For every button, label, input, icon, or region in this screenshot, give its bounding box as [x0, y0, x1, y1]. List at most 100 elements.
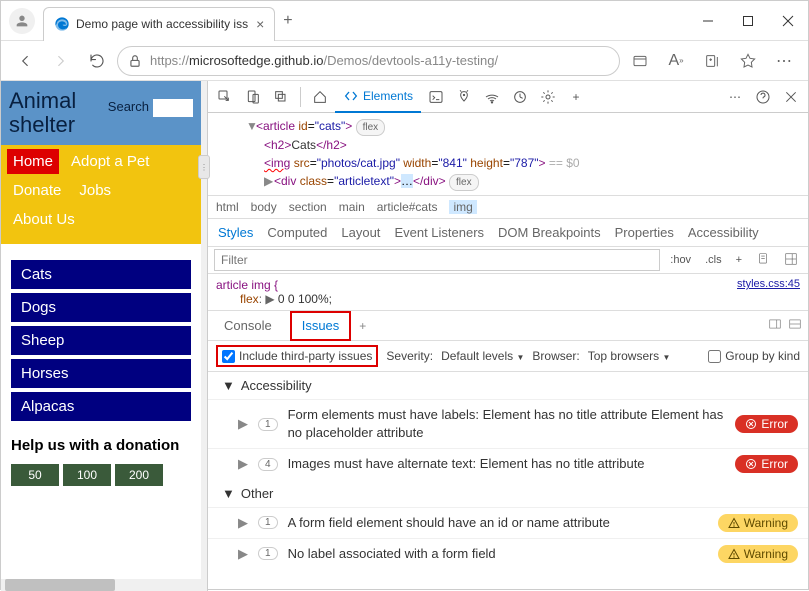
devtools-toolbar: Elements + ⋯ [208, 81, 808, 113]
tab-close-icon[interactable]: × [256, 16, 264, 32]
search-input[interactable] [153, 99, 193, 117]
tab-accessibility[interactable]: Accessibility [688, 225, 759, 240]
third-party-checkbox[interactable]: Include third-party issues [216, 345, 378, 367]
refresh-button[interactable] [81, 45, 113, 77]
tab-breakpoints[interactable]: DOM Breakpoints [498, 225, 601, 240]
dom-tree[interactable]: ▼<article id="cats"> flex <h2>Cats</h2> … [208, 113, 808, 196]
severity-dropdown[interactable]: Default levels ▼ [441, 349, 524, 363]
main-nav: Home Adopt a Pet Donate Jobs About Us [1, 145, 201, 244]
hov-button[interactable]: :hov [666, 252, 695, 268]
issues-list: ▼Accessibility ▶ 1 Form elements must ha… [208, 372, 808, 569]
css-rules[interactable]: styles.css:45 article img { flex: ▶ 0 0 … [208, 274, 808, 311]
tab-computed[interactable]: Computed [267, 225, 327, 240]
collections-icon[interactable] [696, 45, 728, 77]
welcome-icon[interactable] [307, 84, 333, 110]
address-bar: https://microsoftedge.github.io/Demos/de… [1, 41, 808, 81]
drawer-tabs: Console Issues + [208, 311, 808, 341]
donate-100[interactable]: 100 [63, 464, 111, 486]
menu-button[interactable]: ⋯ [768, 45, 800, 77]
issue-row[interactable]: ▶ 1 A form field element should have an … [208, 507, 808, 538]
issue-row[interactable]: ▶ 1 No label associated with a form fiel… [208, 538, 808, 569]
sidebar-alpacas[interactable]: Alpacas [11, 392, 191, 421]
dom-breadcrumb[interactable]: html body section main article#cats img [208, 196, 808, 219]
nav-jobs[interactable]: Jobs [73, 178, 117, 203]
splitter-handle-icon[interactable]: ⋮ [198, 155, 210, 179]
browser-tab[interactable]: Demo page with accessibility iss × [43, 7, 275, 41]
sidebar: Cats Dogs Sheep Horses Alpacas Help us w… [1, 244, 201, 502]
nav-adopt[interactable]: Adopt a Pet [65, 149, 155, 174]
tab-styles[interactable]: Styles [218, 225, 253, 240]
group-by-kind-checkbox[interactable]: Group by kind [708, 349, 800, 363]
close-devtools-icon[interactable] [778, 84, 804, 110]
nav-about[interactable]: About Us [7, 207, 81, 232]
window-titlebar: Demo page with accessibility iss × + [1, 1, 808, 41]
nav-donate[interactable]: Donate [7, 178, 67, 203]
new-rule-icon[interactable]: + [732, 252, 746, 268]
more-icon[interactable]: ⋯ [722, 84, 748, 110]
source-link[interactable]: styles.css:45 [737, 278, 800, 290]
url-box[interactable]: https://microsoftedge.github.io/Demos/de… [117, 46, 620, 76]
elements-tab[interactable]: Elements [335, 81, 421, 113]
drawer-dock-icon[interactable] [768, 317, 782, 334]
toggle-layout-icon[interactable] [780, 250, 802, 271]
cls-button[interactable]: .cls [701, 252, 726, 268]
drawer-layout-icon[interactable] [788, 317, 802, 334]
group-other[interactable]: ▼Other [208, 480, 808, 507]
more-tabs-button[interactable]: + [563, 84, 589, 110]
tab-properties[interactable]: Properties [615, 225, 674, 240]
3d-icon[interactable] [268, 84, 294, 110]
device-icon[interactable] [240, 84, 266, 110]
reader-icon[interactable]: A» [660, 45, 692, 77]
forward-button [45, 45, 77, 77]
network-tab-icon[interactable] [479, 84, 505, 110]
maximize-button[interactable] [728, 6, 768, 36]
devtools-splitter[interactable]: ⋮ [201, 81, 207, 591]
minimize-button[interactable] [688, 6, 728, 36]
favorite-icon[interactable] [732, 45, 764, 77]
lock-icon [128, 54, 142, 68]
drawer-console[interactable]: Console [214, 311, 282, 341]
tab-layout[interactable]: Layout [341, 225, 380, 240]
memory-tab-icon[interactable] [535, 84, 561, 110]
page-header: Animal shelter Search [1, 81, 201, 145]
sidebar-horses[interactable]: Horses [11, 359, 191, 388]
tab-title: Demo page with accessibility iss [76, 17, 248, 31]
browser-dropdown[interactable]: Top browsers ▼ [588, 349, 671, 363]
copy-styles-icon[interactable] [752, 250, 774, 271]
webpage-viewport: Animal shelter Search Home Adopt a Pet D… [1, 81, 201, 591]
back-button[interactable] [9, 45, 41, 77]
inspect-icon[interactable] [212, 84, 238, 110]
sidebar-cats[interactable]: Cats [11, 260, 191, 289]
url-text: https://microsoftedge.github.io/Demos/de… [150, 53, 609, 68]
console-tab-icon[interactable] [423, 84, 449, 110]
app-icon[interactable] [624, 45, 656, 77]
sidebar-dogs[interactable]: Dogs [11, 293, 191, 322]
new-tab-button[interactable]: + [283, 12, 292, 30]
sidebar-sheep[interactable]: Sheep [11, 326, 191, 355]
nav-home[interactable]: Home [7, 149, 59, 174]
close-window-button[interactable] [768, 6, 808, 36]
tab-listeners[interactable]: Event Listeners [394, 225, 484, 240]
styles-tabs: Styles Computed Layout Event Listeners D… [208, 219, 808, 247]
drawer-add-icon[interactable]: + [359, 319, 366, 333]
sources-tab-icon[interactable] [451, 84, 477, 110]
donate-200[interactable]: 200 [115, 464, 163, 486]
group-accessibility[interactable]: ▼Accessibility [208, 372, 808, 399]
page-title: Animal shelter [9, 89, 108, 137]
help-icon[interactable] [750, 84, 776, 110]
drawer-issues[interactable]: Issues [290, 311, 352, 341]
devtools-panel: Elements + ⋯ ▼<article id="cats"> flex <… [207, 81, 808, 591]
issues-filter-bar: Include third-party issues Severity: Def… [208, 341, 808, 372]
donate-50[interactable]: 50 [11, 464, 59, 486]
warning-badge: Warning [718, 545, 798, 563]
horizontal-scrollbar[interactable] [1, 579, 201, 591]
performance-tab-icon[interactable] [507, 84, 533, 110]
profile-avatar[interactable] [9, 8, 35, 34]
error-badge: Error [735, 415, 798, 433]
issue-row[interactable]: ▶ 1 Form elements must have labels: Elem… [208, 399, 808, 448]
donation-heading: Help us with a donation [11, 437, 191, 454]
warning-badge: Warning [718, 514, 798, 532]
error-badge: Error [735, 455, 798, 473]
styles-filter-input[interactable] [214, 249, 660, 271]
issue-row[interactable]: ▶ 4 Images must have alternate text: Ele… [208, 448, 808, 479]
